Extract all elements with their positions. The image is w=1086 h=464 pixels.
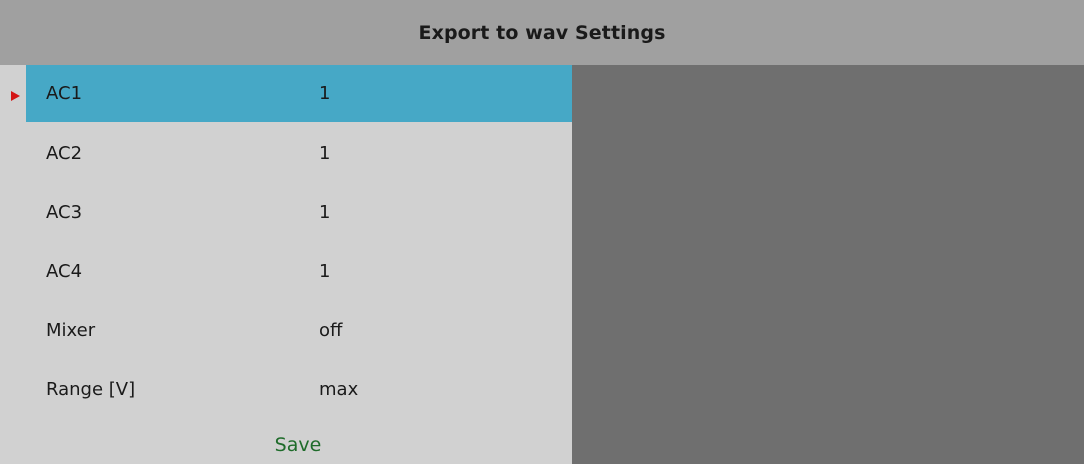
- setting-row-ac2[interactable]: AC2 1: [26, 125, 572, 182]
- setting-value[interactable]: 1: [319, 202, 330, 223]
- setting-row-range[interactable]: Range [V] max: [26, 361, 572, 418]
- setting-label: AC3: [46, 202, 83, 223]
- setting-row-mixer[interactable]: Mixer off: [26, 302, 572, 359]
- save-button[interactable]: Save: [0, 425, 572, 464]
- setting-row-ac4[interactable]: AC4 1: [26, 243, 572, 300]
- setting-value[interactable]: 1: [319, 83, 330, 104]
- setting-label: AC2: [46, 143, 83, 164]
- setting-value[interactable]: 1: [319, 261, 330, 282]
- setting-label: AC1: [46, 83, 83, 104]
- setting-label: Mixer: [46, 320, 96, 341]
- window-title: Export to wav Settings: [418, 21, 666, 44]
- setting-value[interactable]: off: [319, 320, 342, 341]
- setting-row-ac1[interactable]: AC1 1: [26, 65, 572, 122]
- title-bar: Export to wav Settings: [0, 0, 1084, 65]
- export-wav-settings-screen: Export to wav Settings AC1 1 AC2 1 AC3 1…: [0, 0, 1084, 464]
- settings-panel: AC1 1 AC2 1 AC3 1 AC4 1 Mixer off Range …: [0, 65, 572, 464]
- save-button-label: Save: [274, 433, 322, 456]
- selection-cursor-icon: [11, 91, 20, 101]
- setting-label: AC4: [46, 261, 83, 282]
- setting-row-ac3[interactable]: AC3 1: [26, 184, 572, 241]
- setting-label: Range [V]: [46, 379, 136, 400]
- setting-value[interactable]: 1: [319, 143, 330, 164]
- setting-value[interactable]: max: [319, 379, 358, 400]
